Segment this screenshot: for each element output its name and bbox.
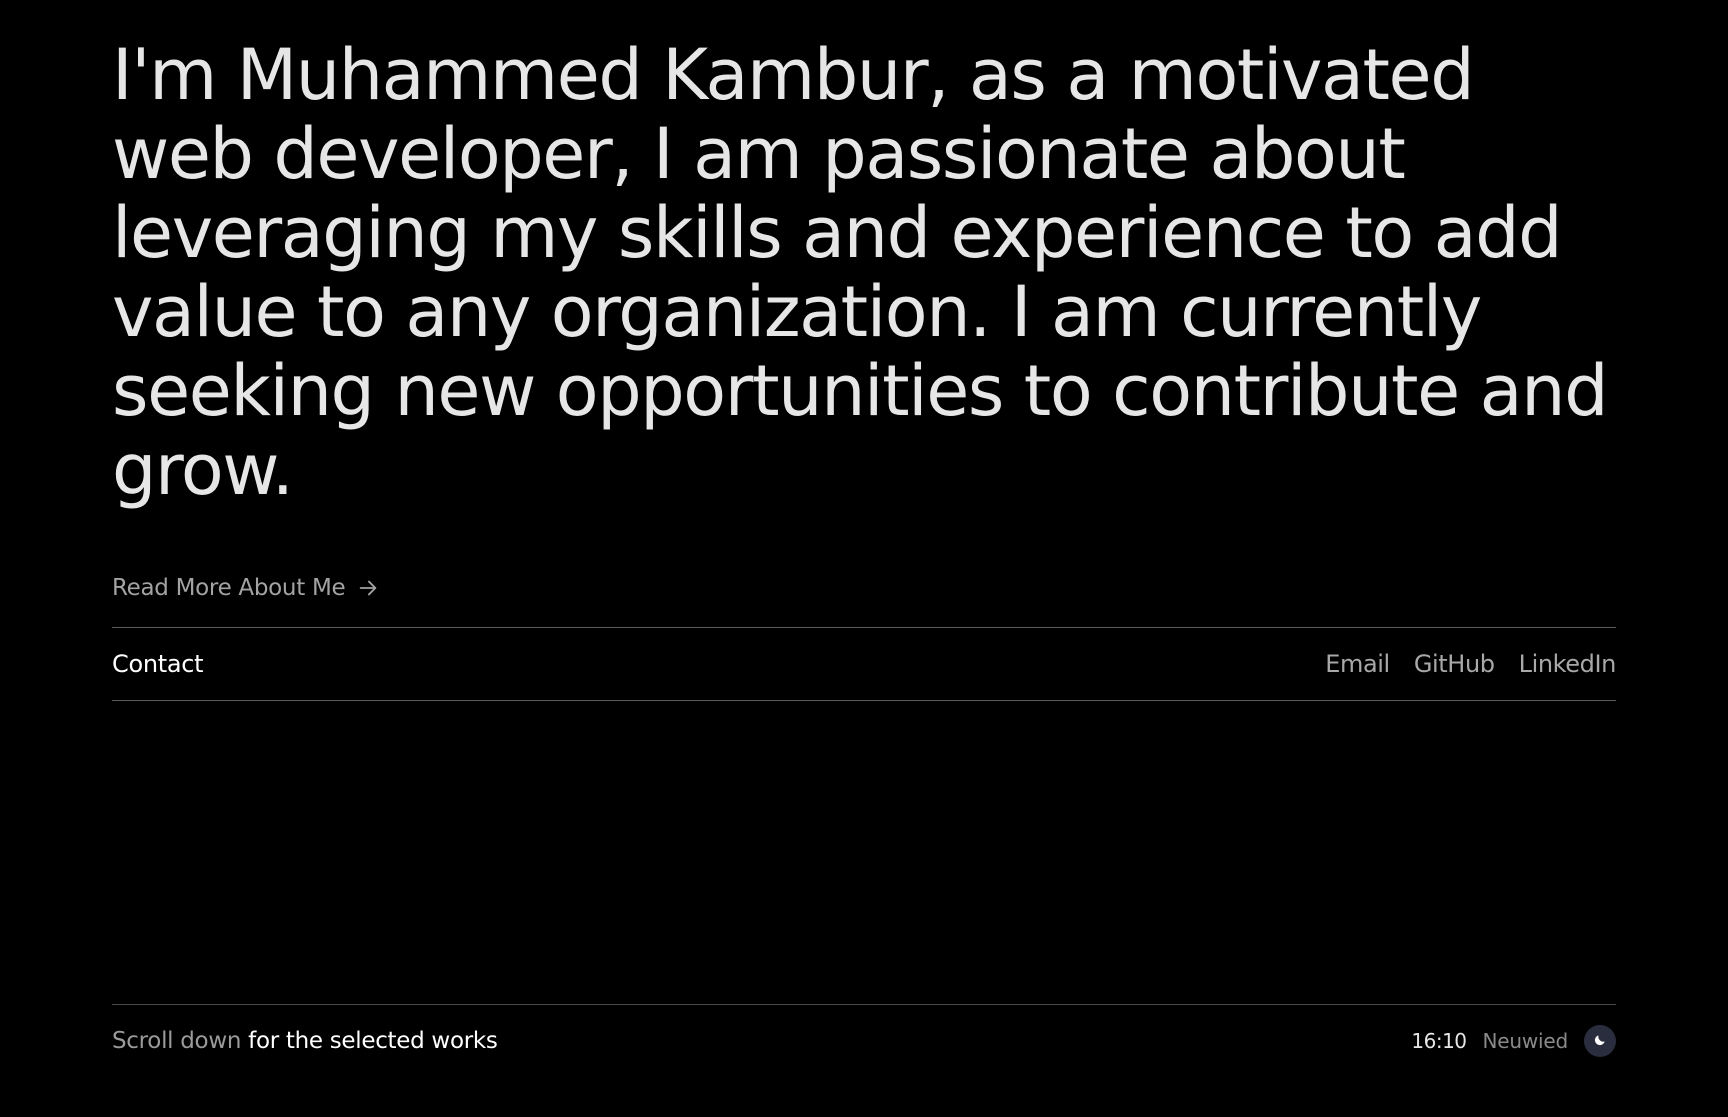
linkedin-link[interactable]: LinkedIn <box>1519 650 1617 678</box>
hero-intro-text: I'm Muhammed Kambur, as a motivated web … <box>112 34 1609 511</box>
scroll-hint: Scroll down for the selected works <box>112 1028 498 1054</box>
read-more-label: Read More About Me <box>112 575 346 601</box>
local-time: 16:10 <box>1411 1029 1467 1053</box>
scroll-hint-bright: for the selected works <box>248 1028 498 1054</box>
footer-status: 16:10 Neuwied <box>1411 1025 1616 1057</box>
contact-row: Contact Email GitHub LinkedIn <box>112 628 1616 700</box>
divider-bottom <box>112 700 1616 701</box>
arrow-right-icon <box>357 577 379 599</box>
contact-links: Email GitHub LinkedIn <box>1325 650 1616 678</box>
location-city: Neuwied <box>1482 1029 1569 1053</box>
footer: Scroll down for the selected works 16:10… <box>112 1005 1616 1077</box>
read-more-link[interactable]: Read More About Me <box>112 575 379 601</box>
email-link[interactable]: Email <box>1325 650 1390 678</box>
github-link[interactable]: GitHub <box>1414 650 1495 678</box>
page: I'm Muhammed Kambur, as a motivated web … <box>112 0 1616 1117</box>
scroll-hint-dim: Scroll down <box>112 1028 242 1054</box>
theme-toggle-button[interactable] <box>1584 1025 1616 1057</box>
moon-icon <box>1593 1032 1607 1051</box>
contact-label: Contact <box>112 650 204 678</box>
